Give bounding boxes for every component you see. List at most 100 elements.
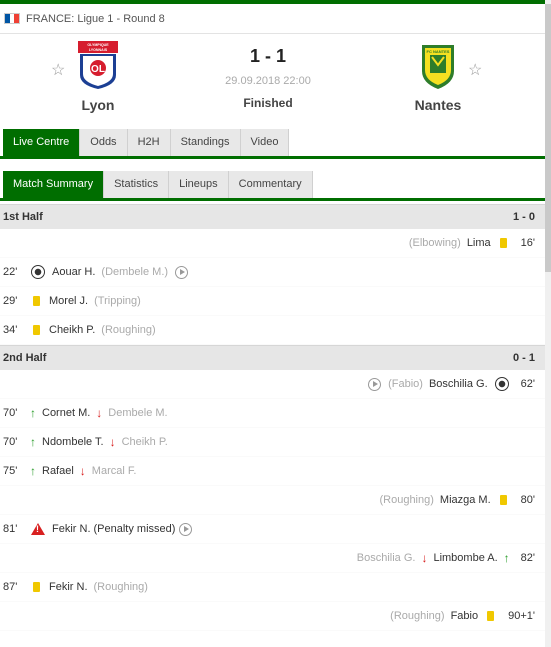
match-page: FRANCE: Ligue 1 - Round 8 ☆ OLYMPIQUE LY… — [0, 4, 545, 631]
incident-row: 87' Fekir N. (Roughing) — [0, 573, 545, 602]
play-video-icon[interactable] — [179, 522, 193, 536]
sub-out-arrow-icon: ↓ — [421, 551, 428, 565]
yellow-card-icon — [487, 611, 495, 621]
incident-minute: 29' — [3, 295, 18, 307]
incident-minute: 75' — [3, 465, 18, 477]
sub-in-arrow-icon: ↑ — [30, 464, 36, 478]
incident-note: (Tripping) — [94, 295, 141, 307]
incident-row: 22' Aouar H. (Dembele M.) — [0, 258, 545, 287]
match-score: 1 - 1 — [249, 46, 287, 66]
sub-in-arrow-icon: ↑ — [30, 406, 36, 420]
scrollbar-thumb[interactable] — [545, 4, 551, 272]
yellow-card-icon — [33, 325, 40, 335]
incident-minute: 34' — [3, 324, 18, 336]
incident-minute: 22' — [3, 266, 18, 278]
player-name[interactable]: Fekir N. — [52, 523, 91, 535]
player-out-name[interactable]: Boschilia G. — [357, 552, 416, 564]
player-name[interactable]: Cheikh P. — [49, 324, 95, 336]
incident-note: (Roughing) — [379, 494, 434, 506]
tab-odds[interactable]: Odds — [80, 129, 128, 156]
incident-note: (Elbowing) — [408, 237, 461, 249]
sub-in-arrow-icon: ↑ — [30, 435, 36, 449]
play-video-icon[interactable] — [175, 265, 189, 279]
penalty-missed-warning-icon — [31, 523, 45, 535]
player-out-name[interactable]: Dembele M. — [108, 407, 167, 419]
svg-text:FC NANTES: FC NANTES — [427, 49, 450, 54]
incident-minute: 70' — [3, 436, 18, 448]
match-datetime: 29.09.2018 22:00 — [225, 75, 311, 87]
incident-row: 34' Cheikh P. (Roughing) — [0, 316, 545, 345]
incident-note: (Roughing) — [101, 324, 156, 336]
player-name[interactable]: Boschilia G. — [429, 378, 488, 390]
tab-statistics[interactable]: Statistics — [104, 171, 170, 198]
player-name[interactable]: Fabio — [451, 610, 479, 622]
tab-standings[interactable]: Standings — [170, 129, 241, 156]
star-outline-icon[interactable]: ☆ — [51, 60, 65, 80]
player-in-name[interactable]: Limbombe A. — [433, 552, 497, 564]
player-in-name[interactable]: Cornet M. — [42, 407, 90, 419]
svg-text:LYONNAIS: LYONNAIS — [89, 48, 108, 52]
player-out-name[interactable]: Cheikh P. — [122, 436, 168, 448]
incident-row: (Roughing) Miazga M. 80' — [0, 486, 545, 515]
incident-minute: 80' — [520, 494, 535, 506]
player-name[interactable]: Miazga M. — [440, 494, 491, 506]
incident-minute: 87' — [3, 581, 18, 593]
svg-text:OLYMPIQUE: OLYMPIQUE — [87, 43, 109, 47]
incident-note: (Roughing) — [93, 581, 148, 593]
match-header: ☆ OLYMPIQUE LYONNAIS OL Lyon 1 - 1 29.09… — [0, 34, 545, 122]
player-in-name[interactable]: Ndombele T. — [42, 436, 104, 448]
france-flag-icon — [4, 13, 20, 24]
player-name[interactable]: Morel J. — [49, 295, 88, 307]
sub-in-arrow-icon: ↑ — [503, 551, 510, 565]
player-name[interactable]: Aouar H. — [52, 266, 95, 278]
incident-row: Boschilia G. ↓ Limbombe A. ↑ 82' — [0, 544, 545, 573]
incident-row: 81' Fekir N. (Penalty missed) — [0, 515, 545, 544]
goal-ball-icon — [31, 265, 45, 279]
away-team-name[interactable]: Nantes — [393, 97, 483, 113]
tab-video[interactable]: Video — [240, 129, 290, 156]
incident-row: 75' ↑ Rafael ↓ Marcal F. — [0, 457, 545, 486]
tab-live-centre[interactable]: Live Centre — [3, 129, 81, 156]
goal-ball-icon — [494, 377, 509, 391]
tab-lineups[interactable]: Lineups — [169, 171, 229, 198]
incident-row: (Fabio) Boschilia G. 62' — [0, 370, 545, 399]
player-out-name[interactable]: Marcal F. — [92, 465, 137, 477]
half-score: 1 - 0 — [512, 211, 535, 223]
home-team-name[interactable]: Lyon — [53, 97, 143, 113]
incident-row: (Elbowing) Lima 16' — [0, 229, 545, 258]
player-in-name[interactable]: Rafael — [42, 465, 74, 477]
incident-minute: 82' — [520, 552, 535, 564]
incident-minute: 90+1' — [508, 610, 535, 622]
nantes-crest-icon[interactable]: FC NANTES — [416, 41, 460, 89]
main-tabs: Live Centre Odds H2H Standings Video — [0, 129, 545, 159]
yellow-card-icon — [33, 296, 40, 306]
yellow-card-icon — [33, 582, 40, 592]
assist-name[interactable]: (Dembele M.) — [101, 266, 168, 278]
incident-note: (Penalty missed) — [93, 523, 176, 535]
yellow-card-icon — [499, 495, 507, 505]
second-half-header: 2nd Half 0 - 1 — [0, 345, 545, 370]
half-score: 0 - 1 — [512, 352, 535, 364]
first-half-header: 1st Half 1 - 0 — [0, 204, 545, 229]
sub-out-arrow-icon: ↓ — [79, 464, 86, 478]
half-title: 2nd Half — [3, 352, 47, 364]
incident-row: 70' ↑ Ndombele T. ↓ Cheikh P. — [0, 428, 545, 457]
lyon-crest-icon[interactable]: OLYMPIQUE LYONNAIS OL — [76, 41, 120, 89]
tab-h2h[interactable]: H2H — [127, 129, 171, 156]
incident-row: 70' ↑ Cornet M. ↓ Dembele M. — [0, 399, 545, 428]
tab-commentary[interactable]: Commentary — [228, 171, 313, 198]
play-video-icon[interactable] — [368, 377, 382, 391]
star-outline-icon[interactable]: ☆ — [468, 60, 482, 80]
incident-minute: 16' — [520, 237, 535, 249]
player-name[interactable]: Fekir N. — [49, 581, 88, 593]
incident-row: (Roughing) Fabio 90+1' — [0, 602, 545, 631]
player-name[interactable]: Lima — [467, 237, 491, 249]
tab-match-summary[interactable]: Match Summary — [3, 171, 105, 198]
league-title[interactable]: FRANCE: Ligue 1 - Round 8 — [26, 13, 165, 25]
incident-minute: 81' — [3, 523, 18, 535]
incident-minute: 70' — [3, 407, 18, 419]
assist-name[interactable]: (Fabio) — [388, 378, 423, 390]
svg-text:OL: OL — [91, 64, 105, 75]
scrollbar[interactable] — [545, 0, 551, 647]
incident-minute: 62' — [520, 378, 535, 390]
